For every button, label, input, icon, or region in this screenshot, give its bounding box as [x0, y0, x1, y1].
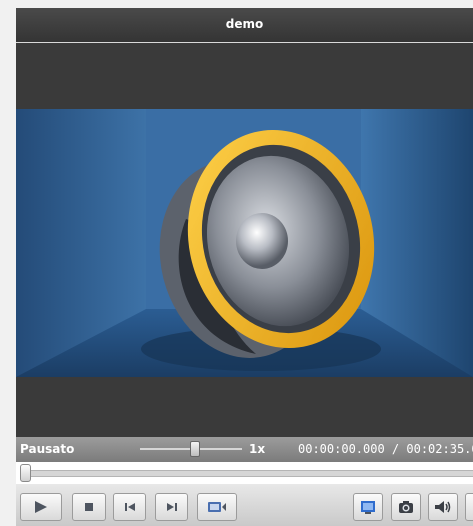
play-button[interactable]: [20, 493, 62, 521]
media-player: demo Pausato 1x 00:00:00.000 / 00:02:35.…: [16, 8, 473, 526]
snapshot-button[interactable]: [391, 493, 421, 521]
camera-icon: [399, 501, 413, 513]
window-title: demo: [225, 17, 264, 31]
seek-track[interactable]: [20, 470, 473, 477]
letterbox-bottom: [16, 377, 473, 437]
speaker-artwork: [16, 109, 473, 377]
volume-button[interactable]: [428, 493, 458, 521]
status-bar: Pausato 1x 00:00:00.000 / 00:02:35.69: [16, 437, 473, 462]
stop-icon: [85, 503, 93, 511]
fullscreen-button[interactable]: [353, 493, 383, 521]
letterbox-top: [16, 43, 473, 109]
seek-bar: [16, 462, 473, 484]
rate-slider-handle[interactable]: [190, 441, 200, 457]
time-display: 00:00:00.000 / 00:02:35.69: [298, 442, 473, 456]
film-icon: [208, 502, 226, 512]
skip-forward-icon: [166, 503, 177, 511]
extra-button[interactable]: [465, 493, 473, 521]
skip-back-icon: [124, 503, 135, 511]
record-button[interactable]: [197, 493, 237, 521]
speaker-icon: [435, 501, 451, 513]
title-bar: demo: [16, 8, 473, 43]
video-frame[interactable]: [16, 109, 473, 377]
rate-label: 1x: [249, 442, 266, 456]
previous-button[interactable]: [113, 493, 146, 521]
stop-button[interactable]: [72, 493, 106, 521]
next-button[interactable]: [155, 493, 188, 521]
play-icon: [35, 501, 47, 513]
playback-state: Pausato: [20, 442, 75, 456]
seek-handle[interactable]: [20, 464, 31, 482]
control-bar: [16, 484, 473, 526]
monitor-icon: [361, 501, 375, 514]
